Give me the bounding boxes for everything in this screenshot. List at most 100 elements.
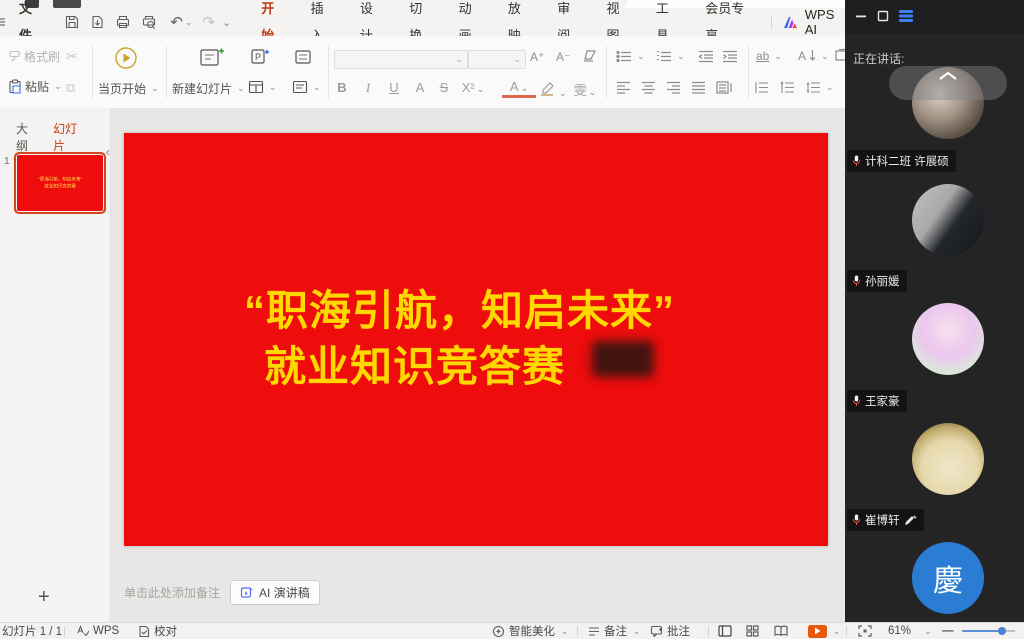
maximize-icon[interactable]	[877, 10, 889, 25]
align-center-icon[interactable]	[641, 81, 656, 97]
undo-icon[interactable]: ↶⌄	[170, 13, 192, 31]
reading-view-button[interactable]	[774, 623, 788, 639]
text-orientation-button[interactable]: A ⌄	[798, 49, 829, 63]
justify-icon[interactable]	[691, 81, 706, 97]
row-spacing-icon[interactable]	[754, 81, 769, 97]
paste-button[interactable]: 粘贴 ⌄	[8, 78, 62, 95]
bold-button[interactable]: B	[330, 80, 354, 95]
wps-ai-logo-icon	[783, 16, 798, 29]
pencil-icon	[904, 515, 917, 526]
notes-icon	[588, 626, 600, 637]
slide-title[interactable]: “职海引航，知启未来” 就业知识竞答赛	[244, 283, 675, 395]
font-color-button[interactable]: A⌄	[502, 80, 536, 98]
highlight-pen-icon[interactable]: ⌄	[540, 81, 567, 99]
collapse-panel-icon[interactable]: ‹	[106, 144, 110, 159]
text-effects-button[interactable]: 雯⌄	[568, 80, 602, 99]
superscript-label: X²	[462, 80, 475, 95]
strikethrough-button[interactable]: S	[432, 80, 456, 95]
zoom-slider-tail	[1006, 630, 1015, 632]
italic-button[interactable]: I	[356, 80, 380, 96]
slide-sorter-button[interactable]	[746, 623, 759, 639]
print-icon[interactable]	[115, 14, 131, 30]
redo-icon[interactable]: ↷	[202, 13, 215, 31]
char-border-button[interactable]: A	[408, 80, 432, 95]
decrease-indent-icon[interactable]	[698, 50, 714, 66]
slide-from-template-icon[interactable]: P	[250, 48, 270, 69]
superscript-button[interactable]: X²⌄	[458, 80, 488, 95]
underline-button[interactable]: U	[382, 80, 406, 95]
comments-button[interactable]: 批注	[650, 623, 690, 639]
font-size-select[interactable]: ⌄	[468, 50, 526, 69]
outline-level-button[interactable]: ⌄	[292, 80, 321, 94]
zoom-slider-thumb[interactable]	[998, 627, 1006, 635]
zoom-level[interactable]: 61%	[888, 623, 911, 639]
normal-view-icon	[718, 625, 732, 637]
hamburger-menu-icon[interactable]	[0, 16, 6, 28]
wps-spellcheck-button[interactable]: WPS	[76, 623, 119, 639]
new-slide-button[interactable]: 新建幻灯片⌄	[172, 80, 245, 97]
new-slide-icon[interactable]	[198, 46, 224, 73]
svg-text:P: P	[255, 52, 261, 62]
add-slide-button[interactable]: +	[38, 586, 50, 609]
slide-thumbnail-number: 1	[4, 156, 10, 167]
participant-avatar[interactable]	[912, 184, 984, 256]
play-from-current-button[interactable]: 当页开始⌄	[98, 80, 159, 97]
clear-format-icon[interactable]	[582, 49, 597, 66]
slide-thumbnail[interactable]: “职海引航，知启未来” 就业知识竞答赛	[14, 152, 106, 214]
notes-placeholder[interactable]: 单击此处添加备注	[124, 584, 220, 601]
status-bar: 幻灯片 1 / 1 WPS 校对 智能美化⌄ 备注⌄ 批注 ⌄ 61% ⌄ —	[0, 622, 1024, 639]
zoom-slider[interactable]	[962, 623, 1015, 639]
proofread-button[interactable]: 校对	[138, 623, 177, 639]
chevron-down-icon[interactable]: ⌄	[222, 16, 231, 29]
distribute-text-icon[interactable]	[716, 81, 733, 97]
zoom-dropdown-icon[interactable]: ⌄	[924, 623, 932, 639]
text-direction-button[interactable]: ab⌄	[756, 49, 782, 63]
paragraph-spacing-icon[interactable]	[780, 81, 795, 97]
play-icon	[814, 627, 821, 635]
scroll-up-button[interactable]	[889, 66, 1007, 100]
bullet-list-button[interactable]: ⌄	[616, 50, 645, 63]
normal-view-button[interactable]	[718, 623, 732, 639]
save-icon[interactable]	[64, 14, 80, 30]
font-color-label: A	[510, 79, 519, 94]
font-family-select[interactable]: ⌄	[334, 50, 468, 69]
ai-speech-button[interactable]: AI 演讲稿	[230, 580, 320, 605]
align-right-icon[interactable]	[666, 81, 681, 97]
zoom-out-button[interactable]: —	[942, 623, 954, 639]
cut-icon[interactable]: ✂	[66, 48, 78, 65]
export-icon[interactable]	[90, 14, 105, 30]
increase-indent-icon[interactable]	[722, 50, 738, 66]
fit-to-window-button[interactable]	[858, 623, 872, 639]
minimize-icon[interactable]	[855, 10, 867, 25]
smart-beautify-button[interactable]: 智能美化⌄	[492, 623, 569, 639]
slides-sidebar: 大纲 幻灯片 ‹ 1 “职海引航，知启未来” 就业知识竞答赛 +	[0, 108, 111, 622]
participant-name: 孙丽媛	[865, 273, 900, 289]
participant-name: 王家豪	[865, 393, 900, 409]
participant-avatar[interactable]	[912, 423, 984, 495]
layout-menu-icon[interactable]	[899, 10, 913, 25]
align-left-icon[interactable]	[616, 81, 631, 97]
slide-layout-button[interactable]: ⌄	[248, 80, 277, 94]
notes-button[interactable]: 备注⌄	[588, 623, 641, 639]
text-direction-label: ab	[756, 49, 769, 63]
wps-ai-label[interactable]: WPS AI	[805, 7, 845, 37]
zoom-slider-track[interactable]	[962, 630, 1002, 632]
line-spacing-button[interactable]: ⌄	[806, 81, 834, 94]
increase-font-button[interactable]: A⁺	[530, 50, 544, 64]
play-from-current-icon[interactable]	[114, 46, 138, 73]
text-orientation-label: A	[798, 49, 806, 63]
decrease-font-button[interactable]: A⁻	[556, 50, 570, 64]
participant-avatar[interactable]	[912, 303, 984, 375]
slide-1[interactable]: “职海引航，知启未来” 就业知识竞答赛	[124, 133, 828, 546]
print-preview-icon[interactable]	[141, 14, 157, 30]
format-painter-button[interactable]: 格式刷	[8, 48, 60, 65]
beautify-icon	[492, 625, 505, 638]
copy-icon[interactable]: ⧉	[66, 80, 75, 96]
proofread-icon	[138, 625, 150, 638]
text-effects-label: 雯	[574, 83, 587, 98]
slideshow-play-button[interactable]: ⌄	[808, 623, 841, 639]
section-icon[interactable]	[294, 48, 312, 69]
numbered-list-button[interactable]: ⌄	[656, 50, 685, 63]
participant-avatar[interactable]: 慶	[912, 542, 984, 614]
mic-icon	[852, 275, 861, 287]
